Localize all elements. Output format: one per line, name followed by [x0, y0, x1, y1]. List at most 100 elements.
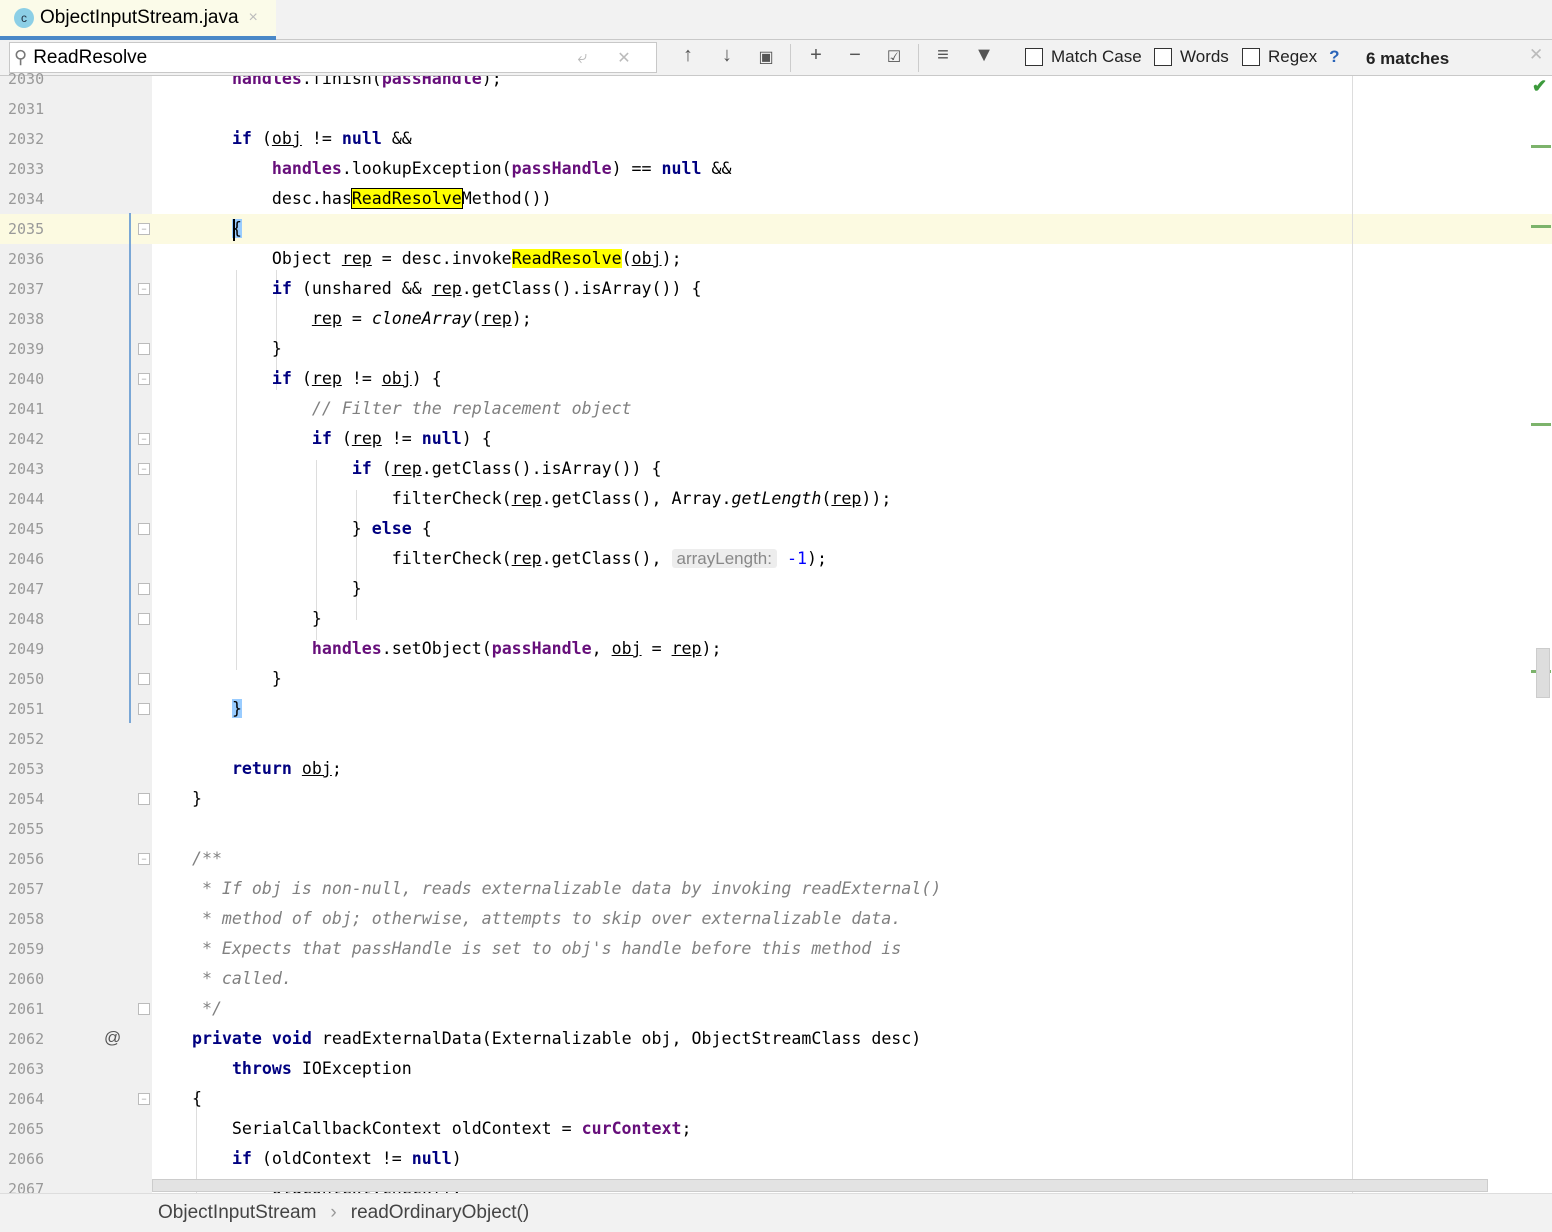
- override-marker-icon[interactable]: @: [104, 1028, 121, 1048]
- remove-occurrence-button[interactable]: −: [841, 44, 869, 67]
- tab-objectinputstream[interactable]: c ObjectInputStream.java ×: [0, 0, 276, 40]
- code-line[interactable]: {: [152, 214, 1552, 244]
- fold-close-icon[interactable]: [138, 523, 150, 535]
- code-line[interactable]: // Filter the replacement object: [152, 394, 1552, 424]
- code-line[interactable]: {: [152, 1084, 1552, 1114]
- code-line[interactable]: }: [152, 334, 1552, 364]
- line-number: 2032: [8, 130, 45, 148]
- code-line[interactable]: if (rep.getClass().isArray()) {: [152, 454, 1552, 484]
- code-token: rep: [481, 309, 512, 328]
- code-line[interactable]: * Expects that passHandle is set to obj'…: [152, 934, 1552, 964]
- fold-open-icon[interactable]: −: [138, 1093, 150, 1105]
- line-number: 2033: [8, 160, 45, 178]
- checkbox-box[interactable]: [1242, 48, 1260, 66]
- fold-close-icon[interactable]: [138, 343, 150, 355]
- fold-close-icon[interactable]: [138, 613, 150, 625]
- code-line[interactable]: handles.lookupException(passHandle) == n…: [152, 154, 1552, 184]
- new-line-icon[interactable]: ⤶: [577, 47, 617, 68]
- code-line[interactable]: } else {: [152, 514, 1552, 544]
- regex-help-link[interactable]: ?: [1329, 47, 1339, 67]
- checkbox-box[interactable]: [1025, 48, 1043, 66]
- previous-occurrence-button[interactable]: ↑: [674, 44, 702, 67]
- horizontal-scrollbar[interactable]: [152, 1179, 1488, 1192]
- fold-close-icon[interactable]: [138, 1003, 150, 1015]
- tab-title: ObjectInputStream.java: [40, 7, 239, 28]
- code-line[interactable]: Object rep = desc.invokeReadResolve(obj)…: [152, 244, 1552, 274]
- select-all-occurrences-button[interactable]: ▣: [752, 47, 780, 67]
- code-line[interactable]: }: [152, 574, 1552, 604]
- fold-open-icon[interactable]: −: [138, 463, 150, 475]
- code-line[interactable]: desc.hasReadResolveMethod()): [152, 184, 1552, 214]
- close-find-icon[interactable]: ✕: [1529, 45, 1543, 65]
- code-line[interactable]: if (unshared && rep.getClass().isArray()…: [152, 274, 1552, 304]
- code-line[interactable]: private void readExternalData(Externaliz…: [152, 1024, 1552, 1054]
- code-line[interactable]: if (rep != obj) {: [152, 364, 1552, 394]
- line-number: 2030: [8, 70, 45, 88]
- code-line[interactable]: return obj;: [152, 754, 1552, 784]
- code-line[interactable]: rep = cloneArray(rep);: [152, 304, 1552, 334]
- fold-open-icon[interactable]: −: [138, 223, 150, 235]
- match-case-checkbox[interactable]: Match Case: [1025, 47, 1142, 67]
- checkbox-box[interactable]: [1154, 48, 1172, 66]
- fold-close-icon[interactable]: [138, 703, 150, 715]
- code-line[interactable]: */: [152, 994, 1552, 1024]
- search-in-selection-button[interactable]: ≡: [929, 44, 957, 67]
- code-line[interactable]: [152, 724, 1552, 754]
- fold-close-icon[interactable]: [138, 583, 150, 595]
- code-line[interactable]: filterCheck(rep.getClass(), arrayLength:…: [152, 544, 1552, 574]
- code-token: curContext: [581, 1119, 682, 1138]
- code-line[interactable]: if (oldContext != null): [152, 1144, 1552, 1174]
- code-token: cloneArray: [371, 309, 472, 328]
- match-marker[interactable]: [1531, 225, 1551, 228]
- code-line[interactable]: if (rep != null) {: [152, 424, 1552, 454]
- parameter-hint: arrayLength:: [671, 549, 777, 568]
- code-line[interactable]: }: [152, 784, 1552, 814]
- code-line[interactable]: }: [152, 694, 1552, 724]
- next-occurrence-button[interactable]: ↓: [713, 44, 741, 67]
- search-field[interactable]: ⚲ ⤶ ✕: [9, 42, 657, 73]
- search-input[interactable]: [33, 46, 574, 69]
- close-tab-icon[interactable]: ×: [249, 9, 258, 27]
- code-token: obj: [611, 639, 642, 658]
- code-line[interactable]: }: [152, 604, 1552, 634]
- code-line[interactable]: /**: [152, 844, 1552, 874]
- fold-open-icon[interactable]: −: [138, 373, 150, 385]
- code-token: if: [351, 459, 372, 478]
- words-checkbox[interactable]: Words: [1154, 47, 1229, 67]
- breadcrumb-class[interactable]: ObjectInputStream: [158, 1202, 316, 1224]
- code-token: }: [231, 699, 242, 718]
- vertical-scrollbar-thumb[interactable]: [1536, 648, 1550, 698]
- code-line[interactable]: * method of obj; otherwise, attempts to …: [152, 904, 1552, 934]
- code-line[interactable]: if (obj != null &&: [152, 124, 1552, 154]
- fold-open-icon[interactable]: −: [138, 433, 150, 445]
- match-marker[interactable]: [1531, 423, 1551, 426]
- code-editor[interactable]: handles.finish(passHandle); if (obj != n…: [152, 76, 1552, 1193]
- code-line[interactable]: * called.: [152, 964, 1552, 994]
- regex-checkbox[interactable]: Regex?: [1242, 47, 1340, 67]
- fold-close-icon[interactable]: [138, 673, 150, 685]
- code-line[interactable]: handles.finish(passHandle);: [152, 76, 1552, 94]
- filter-icon[interactable]: ▼: [970, 44, 998, 67]
- fold-close-icon[interactable]: [138, 793, 150, 805]
- match-marker[interactable]: [1531, 145, 1551, 148]
- code-line[interactable]: }: [152, 664, 1552, 694]
- code-line[interactable]: handles.setObject(passHandle, obj = rep)…: [152, 634, 1552, 664]
- add-occurrence-button[interactable]: +: [802, 44, 830, 67]
- toggle-selection-button[interactable]: ☑: [880, 47, 908, 67]
- fold-open-icon[interactable]: −: [138, 283, 150, 295]
- code-line[interactable]: [152, 94, 1552, 124]
- line-number: 2048: [8, 610, 45, 628]
- code-token: );: [701, 639, 722, 658]
- breadcrumb-method[interactable]: readOrdinaryObject(): [351, 1202, 529, 1224]
- code-line[interactable]: throws IOException: [152, 1054, 1552, 1084]
- fold-open-icon[interactable]: −: [138, 853, 150, 865]
- code-line[interactable]: * If obj is non-null, reads externalizab…: [152, 874, 1552, 904]
- code-line[interactable]: filterCheck(rep.getClass(), Array.getLen…: [152, 484, 1552, 514]
- code-token: rep: [391, 459, 422, 478]
- clear-search-icon[interactable]: ✕: [617, 48, 630, 68]
- code-line[interactable]: [152, 814, 1552, 844]
- code-line[interactable]: SerialCallbackContext oldContext = curCo…: [152, 1114, 1552, 1144]
